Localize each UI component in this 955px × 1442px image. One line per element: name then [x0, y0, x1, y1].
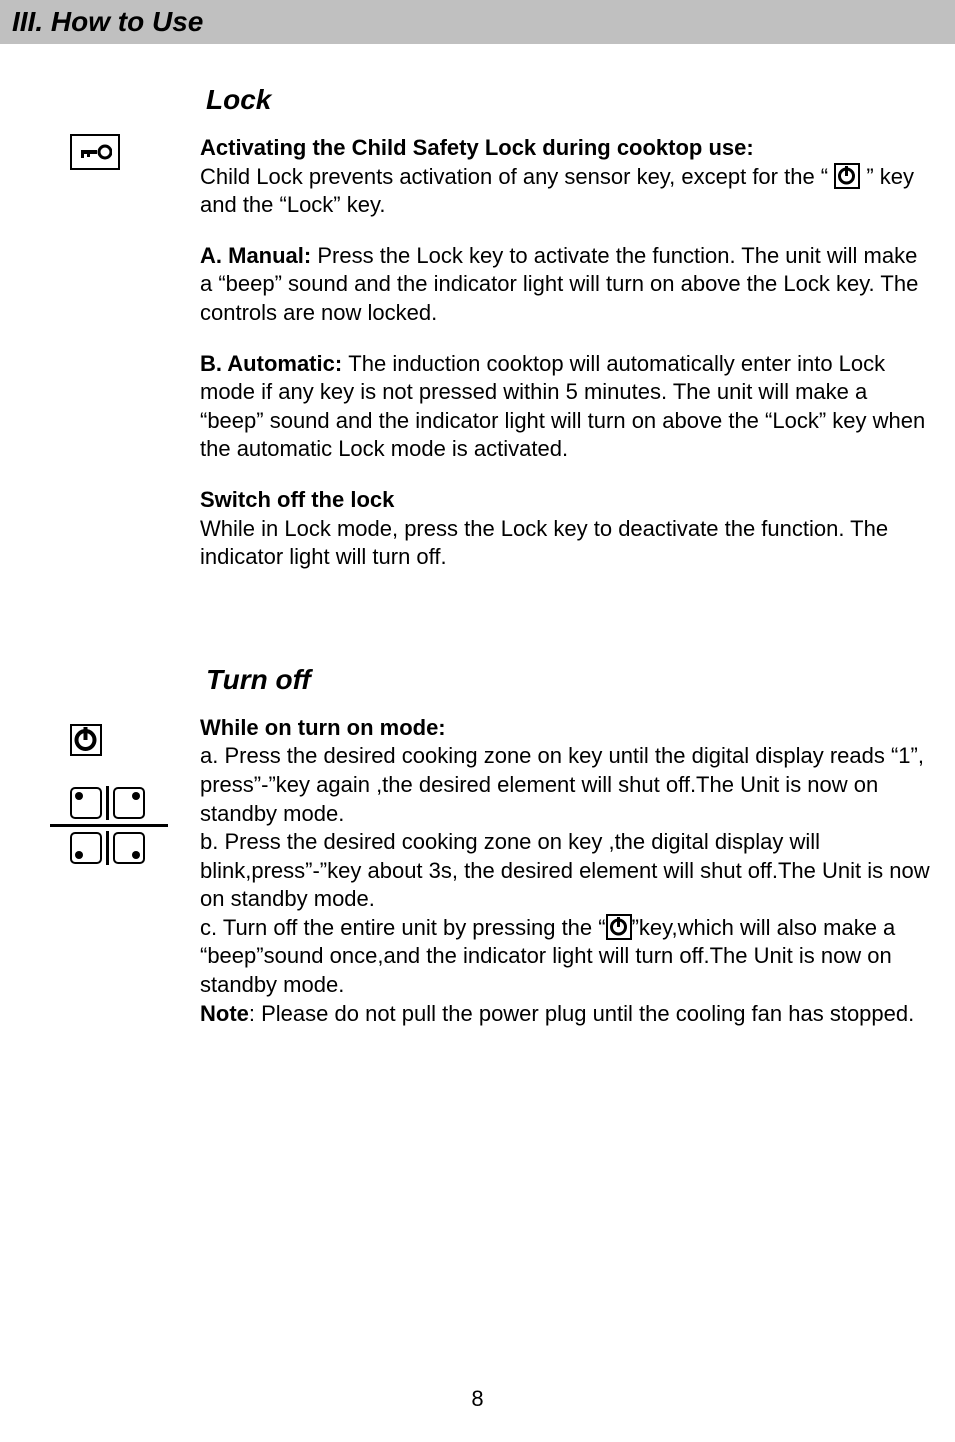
lock-manual-label: A. Manual:	[200, 243, 317, 268]
lock-switchoff-label: Switch off the lock	[200, 487, 394, 512]
power-icon-large	[70, 724, 102, 756]
zone-box-bottom-left	[70, 832, 102, 864]
turnoff-step-b: b. Press the desired cooking zone on key…	[200, 829, 930, 911]
turnoff-step-a: a. Press the desired cooking zone on key…	[200, 743, 924, 825]
zone-box-top-right	[113, 787, 145, 819]
lock-title: Lock	[206, 84, 935, 116]
zone-divider	[50, 824, 168, 827]
turnoff-icon-column	[0, 664, 200, 1029]
power-icon	[834, 163, 860, 189]
turnoff-note-label: Note	[200, 1001, 249, 1026]
turnoff-content: Turn off While on turn on mode: a. Press…	[200, 664, 955, 1029]
section-header: III. How to Use	[0, 0, 955, 44]
turnoff-title: Turn off	[206, 664, 935, 696]
turnoff-mode-label: While on turn on mode:	[200, 715, 446, 740]
turnoff-note-text: : Please do not pull the power plug unti…	[249, 1001, 914, 1026]
zone-box-top-left	[70, 787, 102, 819]
key-icon	[70, 134, 120, 170]
lock-intro: Activating the Child Safety Lock during …	[200, 134, 935, 220]
lock-intro-text-a: Child Lock prevents activation of any se…	[200, 164, 834, 189]
turnoff-step-c1: c. Turn off the entire unit by pressing …	[200, 915, 606, 940]
lock-manual: A. Manual: Press the Lock key to activat…	[200, 242, 935, 328]
zone-separator	[106, 786, 109, 820]
lock-icon-column	[0, 84, 200, 594]
zone-separator	[106, 831, 109, 865]
cooking-zone-icons	[70, 786, 200, 865]
lock-automatic: B. Automatic: The induction cooktop will…	[200, 350, 935, 464]
turnoff-section: Turn off While on turn on mode: a. Press…	[0, 664, 955, 1029]
lock-switchoff: Switch off the lock While in Lock mode, …	[200, 486, 935, 572]
lock-content: Lock Activating the Child Safety Lock du…	[200, 84, 955, 594]
zone-box-bottom-right	[113, 832, 145, 864]
lock-section: Lock Activating the Child Safety Lock du…	[0, 84, 955, 594]
page-number: 8	[0, 1386, 955, 1412]
lock-switchoff-text: While in Lock mode, press the Lock key t…	[200, 516, 888, 570]
turnoff-body: While on turn on mode: a. Press the desi…	[200, 714, 935, 1029]
lock-activating-label: Activating the Child Safety Lock during …	[200, 135, 754, 160]
power-icon	[606, 914, 632, 940]
lock-automatic-label: B. Automatic:	[200, 351, 348, 376]
